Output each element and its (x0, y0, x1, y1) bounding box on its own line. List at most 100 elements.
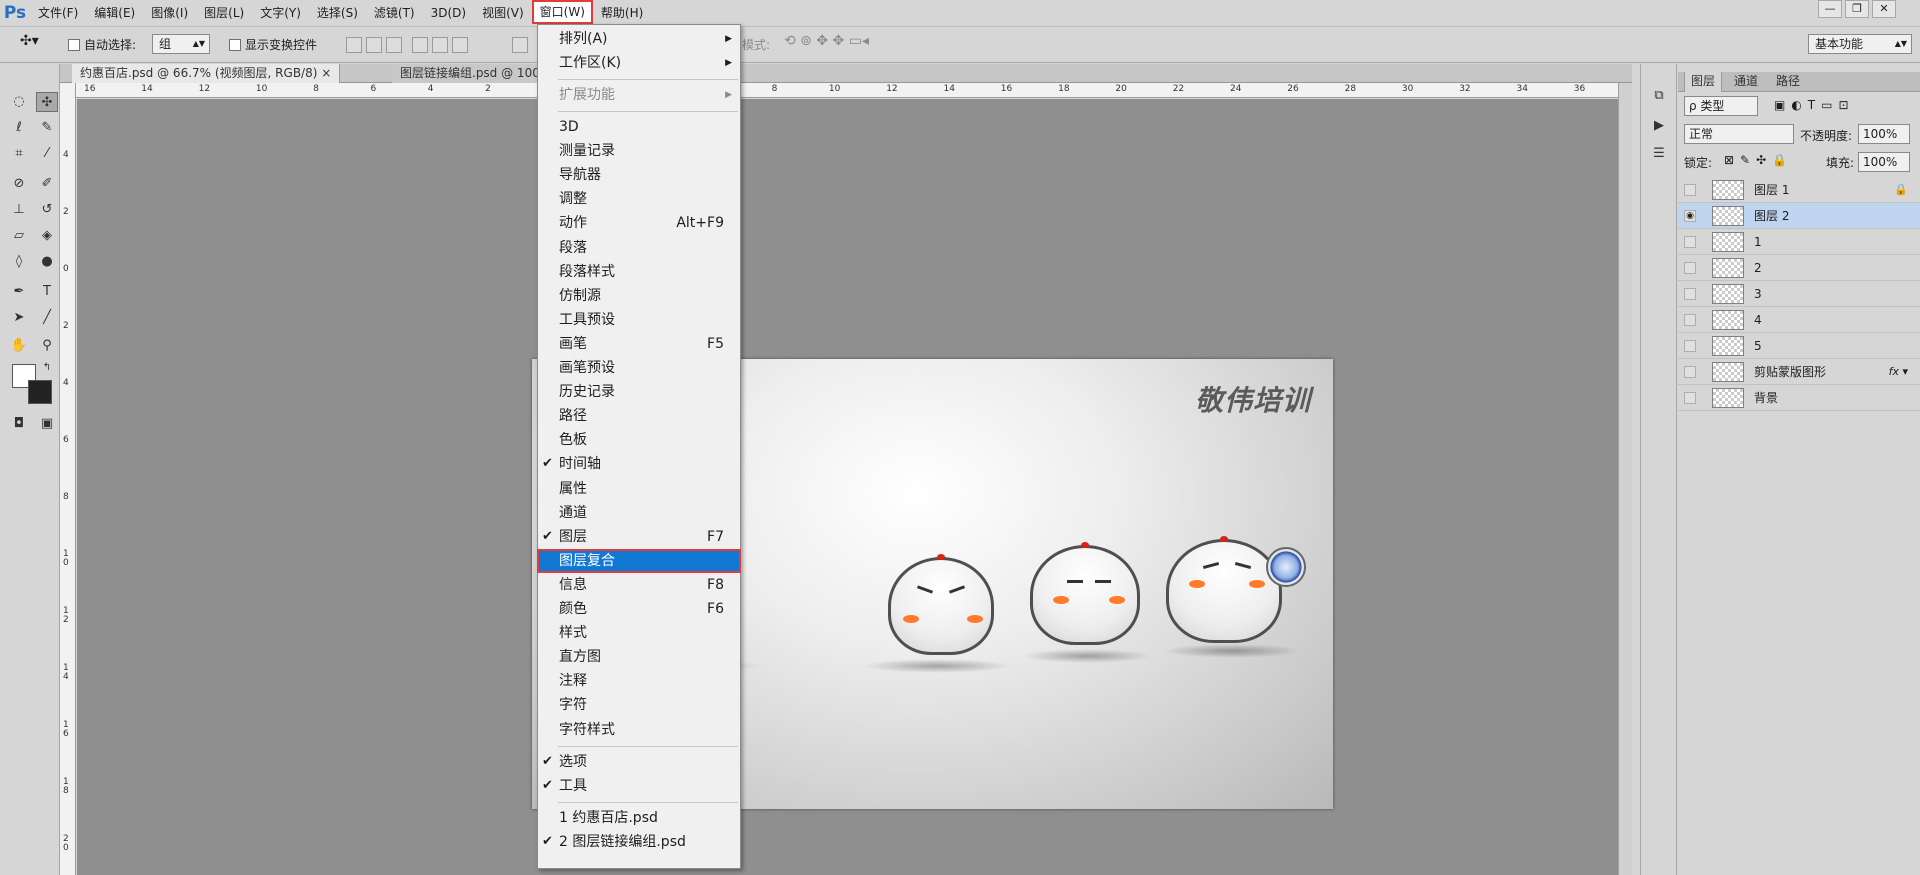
pen-tool-icon[interactable]: ✒ (8, 282, 30, 302)
window-menu-item[interactable]: 图层 ✔ F7 (538, 526, 740, 548)
align-left-icon[interactable] (412, 37, 428, 53)
menu-6[interactable]: 滤镜(T) (366, 0, 423, 26)
history-panel-icon[interactable]: ⧉ (1648, 86, 1670, 106)
align-hcenter-icon[interactable] (432, 37, 448, 53)
window-menu-item[interactable]: 画笔 F5 (538, 333, 740, 355)
swap-colors-icon[interactable]: ↰ (36, 358, 58, 378)
layer-row[interactable]: 2 (1678, 255, 1920, 281)
minimize-button[interactable]: — (1818, 0, 1842, 18)
align-vcenter-icon[interactable] (366, 37, 382, 53)
window-menu-item[interactable]: 样式 (538, 622, 740, 644)
window-menu-item[interactable]: 工具预设 (538, 309, 740, 331)
window-menu-item[interactable]: 信息 F8 (538, 574, 740, 596)
tab-paths[interactable]: 路径 (1770, 72, 1806, 92)
type-tool-icon[interactable]: T (36, 282, 58, 302)
window-menu-item[interactable]: 画笔预设 (538, 357, 740, 379)
vertical-scrollbar[interactable] (1618, 83, 1632, 875)
align-bottom-icon[interactable] (386, 37, 402, 53)
visibility-eye-icon[interactable] (1684, 236, 1696, 248)
auto-select-option[interactable]: 自动选择: (68, 36, 136, 53)
window-menu-item[interactable]: 工具 ✔ (538, 775, 740, 797)
menu-3[interactable]: 图层(L) (196, 0, 252, 26)
window-menu-item[interactable]: 调整 (538, 188, 740, 210)
blur-tool-icon[interactable]: ◊ (8, 252, 30, 272)
window-menu-item[interactable]: 选项 ✔ (538, 751, 740, 773)
show-transform-option[interactable]: 显示变换控件 (229, 36, 317, 53)
window-menu-item[interactable]: 仿制源 (538, 285, 740, 307)
layer-row[interactable]: 3 (1678, 281, 1920, 307)
crop-tool-icon[interactable]: ⌗ (8, 144, 30, 164)
window-menu-item[interactable]: 颜色 F6 (538, 598, 740, 620)
window-menu-item[interactable]: 直方图 (538, 646, 740, 668)
menu-0[interactable]: 文件(F) (30, 0, 86, 26)
layer-filter-dropdown[interactable]: ρ 类型 (1684, 96, 1758, 116)
layer-row[interactable]: 4 (1678, 307, 1920, 333)
menu-4[interactable]: 文字(Y) (252, 0, 309, 26)
opacity-input[interactable]: 100% (1858, 124, 1910, 144)
fill-input[interactable]: 100% (1858, 152, 1910, 172)
window-menu-item[interactable]: 字符样式 (538, 719, 740, 741)
layer-row[interactable]: 图层 1 🔒 (1678, 177, 1920, 203)
menu-10[interactable]: 帮助(H) (593, 0, 651, 26)
lasso-tool-icon[interactable]: ℓ (8, 118, 30, 138)
visibility-eye-icon[interactable] (1684, 288, 1696, 300)
move-tool-icon[interactable]: ✣ (36, 92, 58, 112)
tab-layers[interactable]: 图层 (1684, 72, 1723, 92)
auto-select-dropdown[interactable]: 组 ▲▼ (152, 34, 210, 54)
background-color-swatch[interactable] (28, 380, 52, 404)
tab-channels[interactable]: 通道 (1728, 72, 1764, 92)
window-menu-item[interactable]: 图层复合 (537, 548, 741, 573)
properties-panel-icon[interactable]: ☰ (1648, 144, 1670, 164)
move-tool-icon[interactable]: ✣▾ (20, 33, 39, 49)
filter-icons[interactable]: ▣◐T▭⊡ (1774, 98, 1855, 112)
menu-5[interactable]: 选择(S) (309, 0, 366, 26)
brush-tool-icon[interactable]: ✐ (36, 174, 58, 194)
menu-9[interactable]: 窗口(W) (531, 0, 593, 24)
zoom-tool-icon[interactable]: ⚲ (36, 336, 58, 356)
history-brush-icon[interactable]: ↺ (36, 200, 58, 220)
doc-tab-1[interactable]: 约惠百店.psd @ 66.7% (视频图层, RGB/8) × (72, 64, 341, 83)
dodge-tool-icon[interactable]: ● (36, 252, 58, 272)
lock-icons[interactable]: ⊠✎✣🔒 (1724, 153, 1793, 167)
window-menu-item[interactable]: 工作区(K) ▶ (538, 52, 740, 74)
window-menu-item[interactable]: 注释 (538, 670, 740, 692)
auto-select-checkbox[interactable] (68, 39, 80, 51)
visibility-eye-icon[interactable]: ◉ (1684, 210, 1696, 222)
3d-orbit-icon[interactable]: ⟲ ⊚ ✥ ✥ ▭◂ (784, 33, 869, 49)
path-select-icon[interactable]: ➤ (8, 308, 30, 328)
menu-7[interactable]: 3D(D) (423, 0, 474, 26)
distribute-icon[interactable] (512, 37, 528, 53)
align-top-icon[interactable] (346, 37, 362, 53)
line-tool-icon[interactable]: ╱ (36, 308, 58, 328)
layer-row[interactable]: 1 (1678, 229, 1920, 255)
layer-row[interactable]: 背景 (1678, 385, 1920, 411)
marquee-tool-icon[interactable]: ◌ (8, 92, 30, 112)
visibility-eye-icon[interactable] (1684, 184, 1696, 196)
window-menu-item[interactable]: 段落样式 (538, 261, 740, 283)
visibility-eye-icon[interactable] (1684, 340, 1696, 352)
healing-brush-icon[interactable]: ⊘ (8, 174, 30, 194)
window-menu-item[interactable]: 属性 (538, 478, 740, 500)
window-menu-item[interactable]: 时间轴 ✔ (538, 453, 740, 475)
restore-button[interactable]: ❐ (1845, 0, 1869, 18)
window-menu-item[interactable]: 历史记录 (538, 381, 740, 403)
layer-row[interactable]: ◉ 图层 2 (1678, 203, 1920, 229)
close-tab-icon[interactable]: × (321, 66, 331, 80)
layer-effects-icon[interactable]: fx ▾ (1889, 359, 1908, 385)
blend-mode-dropdown[interactable]: 正常 (1684, 124, 1794, 144)
close-button[interactable]: ✕ (1872, 0, 1896, 18)
visibility-eye-icon[interactable] (1684, 314, 1696, 326)
window-menu-item[interactable]: 测量记录 (538, 140, 740, 162)
quick-mask-icon[interactable]: ◘ (8, 414, 30, 434)
layer-row[interactable]: 5 (1678, 333, 1920, 359)
visibility-eye-icon[interactable] (1684, 366, 1696, 378)
menu-2[interactable]: 图像(I) (143, 0, 196, 26)
eraser-tool-icon[interactable]: ▱ (8, 226, 30, 246)
window-menu-item[interactable]: 3D (538, 116, 740, 138)
window-menu-item[interactable]: 2 图层链接编组.psd ✔ (538, 831, 740, 853)
window-menu-item[interactable]: 字符 (538, 694, 740, 716)
show-transform-checkbox[interactable] (229, 39, 241, 51)
menu-8[interactable]: 视图(V) (474, 0, 532, 26)
screen-mode-icon[interactable]: ▣ (36, 414, 58, 434)
paint-bucket-icon[interactable]: ◈ (36, 226, 58, 246)
